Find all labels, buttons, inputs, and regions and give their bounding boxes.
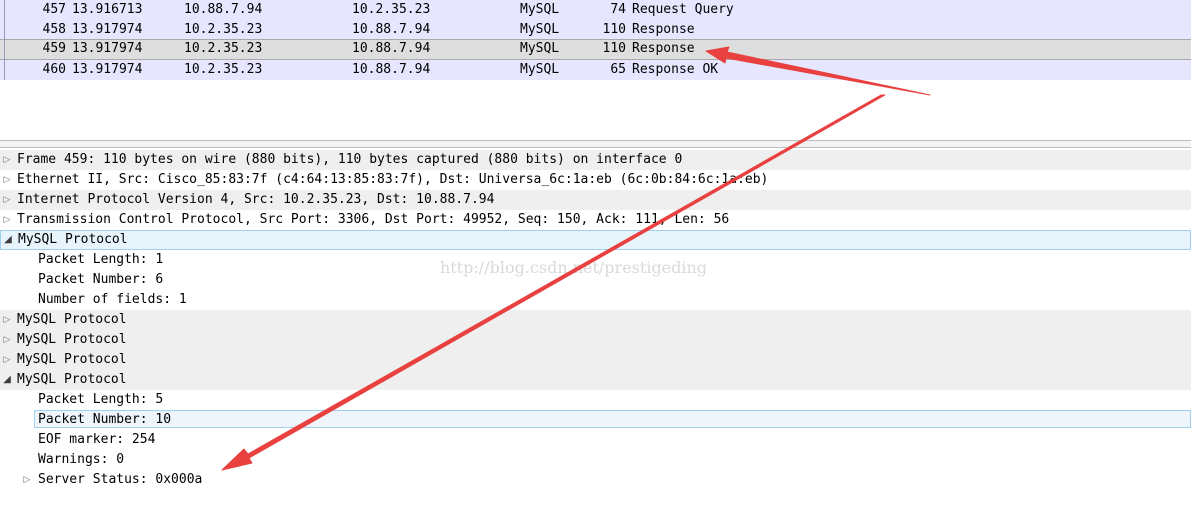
tree-item-mysql-protocol[interactable]: ◢ MySQL Protocol bbox=[0, 230, 1191, 250]
packet-number: 460 bbox=[42, 62, 66, 77]
packet-details-tree: ▷ Frame 459: 110 bytes on wire (880 bits… bbox=[0, 150, 1191, 517]
packet-row[interactable]: 460 13.917974 10.2.35.23 10.88.7.94 MySQ… bbox=[0, 60, 1191, 80]
packet-protocol: MySQL bbox=[520, 22, 560, 37]
packet-time: 13.917974 bbox=[72, 22, 143, 37]
packet-length: 74 bbox=[610, 2, 626, 17]
pane-splitter[interactable] bbox=[0, 140, 1191, 148]
tree-item-label: MySQL Protocol bbox=[17, 352, 127, 367]
triangle-right-icon[interactable]: ▷ bbox=[2, 210, 12, 230]
tree-item-label: MySQL Protocol bbox=[17, 332, 127, 347]
packet-info: Response OK bbox=[632, 62, 719, 77]
packet-destination: 10.88.7.94 bbox=[352, 41, 431, 56]
tree-item-mysql-protocol[interactable]: ◢ MySQL Protocol bbox=[0, 370, 1191, 390]
field-highlight bbox=[34, 410, 1191, 428]
triangle-right-icon[interactable]: ▷ bbox=[2, 350, 12, 370]
triangle-right-icon[interactable]: ▷ bbox=[2, 190, 12, 210]
triangle-right-icon[interactable]: ▷ bbox=[2, 330, 12, 350]
tree-item-tcp[interactable]: ▷ Transmission Control Protocol, Src Por… bbox=[0, 210, 1191, 230]
wireshark-window: 457 13.916713 10.88.7.94 10.2.35.23 MySQ… bbox=[0, 0, 1191, 517]
packet-destination: 10.88.7.94 bbox=[352, 22, 431, 37]
packet-source: 10.2.35.23 bbox=[184, 41, 263, 56]
tree-item-label: Internet Protocol Version 4, Src: 10.2.3… bbox=[17, 192, 495, 207]
tree-field[interactable]: EOF marker: 254 bbox=[0, 430, 1191, 450]
packet-list: 457 13.916713 10.88.7.94 10.2.35.23 MySQ… bbox=[0, 0, 1191, 80]
field-label: Packet Length: 1 bbox=[38, 252, 164, 267]
packet-time: 13.916713 bbox=[72, 2, 143, 17]
tree-item-mysql-protocol[interactable]: ▷ MySQL Protocol bbox=[0, 310, 1191, 330]
field-label: Warnings: 0 bbox=[38, 452, 125, 467]
packet-row-selected[interactable]: 459 13.917974 10.2.35.23 10.88.7.94 MySQ… bbox=[0, 39, 1191, 60]
packet-list-edge bbox=[4, 0, 5, 80]
packet-destination: 10.2.35.23 bbox=[352, 2, 431, 17]
packet-time: 13.917974 bbox=[72, 62, 143, 77]
field-label: EOF marker: 254 bbox=[38, 432, 156, 447]
packet-row[interactable]: 457 13.916713 10.88.7.94 10.2.35.23 MySQ… bbox=[0, 0, 1191, 20]
packet-info: Response bbox=[632, 41, 695, 56]
packet-info: Request Query bbox=[632, 2, 734, 17]
field-label: Number of fields: 1 bbox=[38, 292, 187, 307]
tree-field[interactable]: Warnings: 0 bbox=[0, 450, 1191, 470]
tree-item-label: MySQL Protocol bbox=[17, 312, 127, 327]
field-label: Packet Length: 5 bbox=[38, 392, 164, 407]
tree-item-label: MySQL Protocol bbox=[17, 372, 127, 387]
triangle-right-icon[interactable]: ▷ bbox=[2, 150, 12, 170]
tree-item-ip[interactable]: ▷ Internet Protocol Version 4, Src: 10.2… bbox=[0, 190, 1191, 210]
tree-item-server-status[interactable]: ▷ Server Status: 0x000a bbox=[0, 470, 1191, 490]
tree-item-label: MySQL Protocol bbox=[18, 232, 128, 247]
field-label: Packet Number: 10 bbox=[38, 412, 172, 427]
packet-info: Response bbox=[632, 22, 695, 37]
tree-item-frame[interactable]: ▷ Frame 459: 110 bytes on wire (880 bits… bbox=[0, 150, 1191, 170]
tree-item-ethernet[interactable]: ▷ Ethernet II, Src: Cisco_85:83:7f (c4:6… bbox=[0, 170, 1191, 190]
triangle-down-icon[interactable]: ◢ bbox=[3, 231, 13, 249]
packet-length: 110 bbox=[602, 22, 626, 37]
tree-field[interactable]: Number of fields: 1 bbox=[0, 290, 1191, 310]
tree-item-label: Frame 459: 110 bytes on wire (880 bits),… bbox=[17, 152, 683, 167]
packet-number: 458 bbox=[42, 22, 66, 37]
packet-protocol: MySQL bbox=[520, 2, 560, 17]
watermark-text: http://blog.csdn.net/prestigeding bbox=[440, 258, 708, 277]
triangle-down-icon[interactable]: ◢ bbox=[2, 370, 12, 390]
packet-time: 13.917974 bbox=[72, 41, 143, 56]
tree-item-label: Transmission Control Protocol, Src Port:… bbox=[17, 212, 730, 227]
packet-destination: 10.88.7.94 bbox=[352, 62, 431, 77]
triangle-right-icon[interactable]: ▷ bbox=[2, 310, 12, 330]
field-label: Server Status: 0x000a bbox=[38, 472, 203, 487]
tree-field-highlighted[interactable]: Packet Number: 10 bbox=[0, 410, 1191, 430]
packet-length: 110 bbox=[602, 41, 626, 56]
tree-item-mysql-protocol[interactable]: ▷ MySQL Protocol bbox=[0, 350, 1191, 370]
tree-item-mysql-protocol[interactable]: ▷ MySQL Protocol bbox=[0, 330, 1191, 350]
tree-item-label: Ethernet II, Src: Cisco_85:83:7f (c4:64:… bbox=[17, 172, 769, 187]
packet-source: 10.88.7.94 bbox=[184, 2, 263, 17]
packet-source: 10.2.35.23 bbox=[184, 62, 263, 77]
packet-number: 459 bbox=[42, 41, 66, 56]
packet-source: 10.2.35.23 bbox=[184, 22, 263, 37]
packet-number: 457 bbox=[42, 2, 66, 17]
triangle-right-icon[interactable]: ▷ bbox=[2, 170, 12, 190]
packet-protocol: MySQL bbox=[520, 41, 560, 56]
packet-protocol: MySQL bbox=[520, 62, 560, 77]
tree-field[interactable]: Packet Length: 5 bbox=[0, 390, 1191, 410]
packet-length: 65 bbox=[610, 62, 626, 77]
field-label: Packet Number: 6 bbox=[38, 272, 164, 287]
packet-row[interactable]: 458 13.917974 10.2.35.23 10.88.7.94 MySQ… bbox=[0, 20, 1191, 40]
triangle-right-icon[interactable]: ▷ bbox=[22, 470, 32, 490]
